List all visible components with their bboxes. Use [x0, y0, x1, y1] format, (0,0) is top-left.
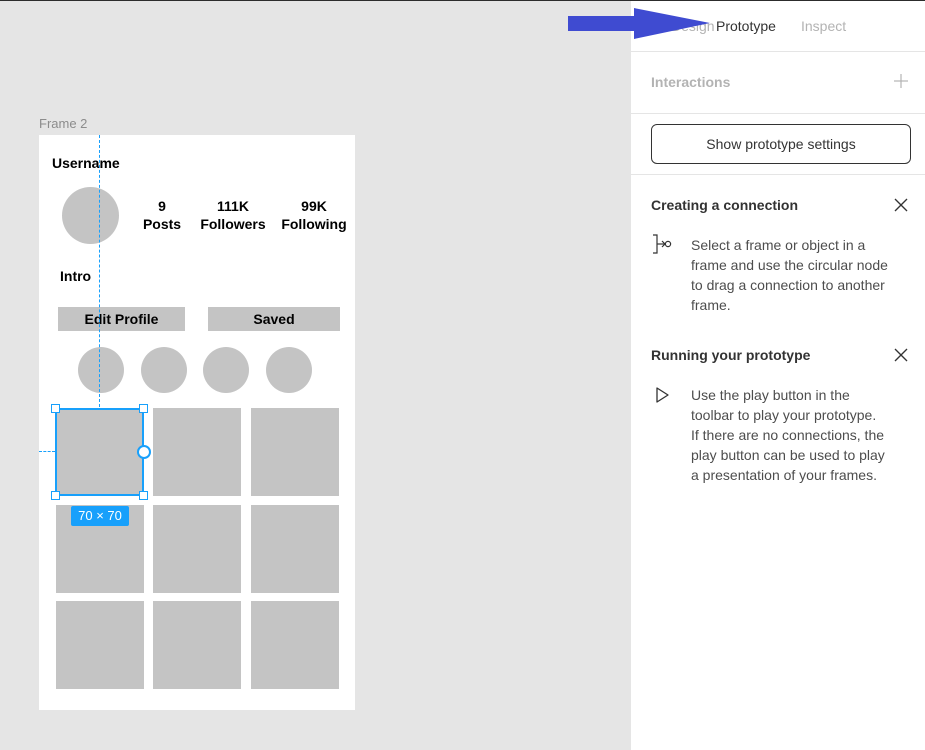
post-thumbnail[interactable]: [153, 505, 241, 593]
help-line: If there are no connections, the: [691, 427, 885, 443]
story-highlight[interactable]: [78, 347, 124, 393]
resize-handle-bottom-right[interactable]: [139, 491, 148, 500]
profile-intro[interactable]: Intro: [60, 268, 91, 284]
stat-posts[interactable]: 9 Posts: [139, 197, 185, 233]
post-thumbnail[interactable]: [153, 408, 241, 496]
post-thumbnail[interactable]: [56, 601, 144, 689]
help-line: to drag a connection to another: [691, 277, 885, 293]
connection-icon: [653, 234, 672, 254]
help-line: toolbar to play your prototype.: [691, 407, 877, 423]
edit-profile-button[interactable]: Edit Profile: [58, 307, 185, 331]
post-thumbnail[interactable]: [251, 505, 339, 593]
story-highlight[interactable]: [266, 347, 312, 393]
stat-followers-value: 111K: [217, 198, 249, 214]
resize-handle-top-left[interactable]: [51, 404, 60, 413]
post-thumbnail[interactable]: [251, 601, 339, 689]
prototype-connection-node[interactable]: [137, 445, 151, 459]
panel-divider: [631, 174, 925, 175]
story-highlight[interactable]: [141, 347, 187, 393]
interactions-title: Interactions: [651, 74, 731, 90]
running-prototype-text: Use the play button in the toolbar to pl…: [691, 385, 911, 485]
layout-guide-horizontal: [39, 451, 55, 452]
stat-following[interactable]: 99K Following: [279, 197, 349, 233]
post-thumbnail[interactable]: [153, 601, 241, 689]
profile-avatar[interactable]: [62, 187, 119, 244]
show-prototype-settings-button[interactable]: Show prototype settings: [651, 124, 911, 164]
post-thumbnail[interactable]: [251, 408, 339, 496]
help-line: a presentation of your frames.: [691, 467, 877, 483]
annotation-arrow-icon: [568, 8, 710, 39]
saved-button[interactable]: Saved: [208, 307, 340, 331]
help-line: frame and use the circular node: [691, 257, 888, 273]
creating-connection-title: Creating a connection: [651, 197, 799, 213]
help-line: Use the play button in the: [691, 387, 850, 403]
stat-followers[interactable]: 111K Followers: [195, 197, 271, 233]
stat-followers-label: Followers: [200, 216, 266, 232]
story-highlight[interactable]: [203, 347, 249, 393]
running-prototype-title: Running your prototype: [651, 347, 811, 363]
selection-size-badge: 70 × 70: [71, 506, 129, 526]
properties-panel: Design Prototype Inspect Interactions Sh…: [630, 1, 925, 750]
resize-handle-bottom-left[interactable]: [51, 491, 60, 500]
tab-inspect[interactable]: Inspect: [801, 18, 846, 34]
frame-label[interactable]: Frame 2: [39, 116, 87, 131]
tab-prototype[interactable]: Prototype: [716, 18, 776, 34]
panel-divider: [631, 51, 925, 52]
profile-username[interactable]: Username: [52, 155, 120, 171]
help-line: frame.: [691, 297, 731, 313]
creating-connection-text: Select a frame or object in a frame and …: [691, 235, 911, 315]
play-icon: [656, 387, 669, 403]
selection-box[interactable]: [55, 408, 144, 496]
stat-following-value: 99K: [301, 198, 327, 214]
stat-following-label: Following: [281, 216, 347, 232]
close-icon[interactable]: [893, 197, 909, 213]
stat-posts-label: Posts: [142, 216, 182, 232]
close-icon[interactable]: [893, 347, 909, 363]
layout-guide-vertical: [99, 135, 100, 407]
help-line: Select a frame or object in a: [691, 237, 866, 253]
panel-divider: [631, 113, 925, 114]
help-line: play button can be used to play: [691, 447, 885, 463]
plus-icon[interactable]: [893, 73, 909, 89]
resize-handle-top-right[interactable]: [139, 404, 148, 413]
stat-posts-value: 9: [158, 198, 166, 214]
